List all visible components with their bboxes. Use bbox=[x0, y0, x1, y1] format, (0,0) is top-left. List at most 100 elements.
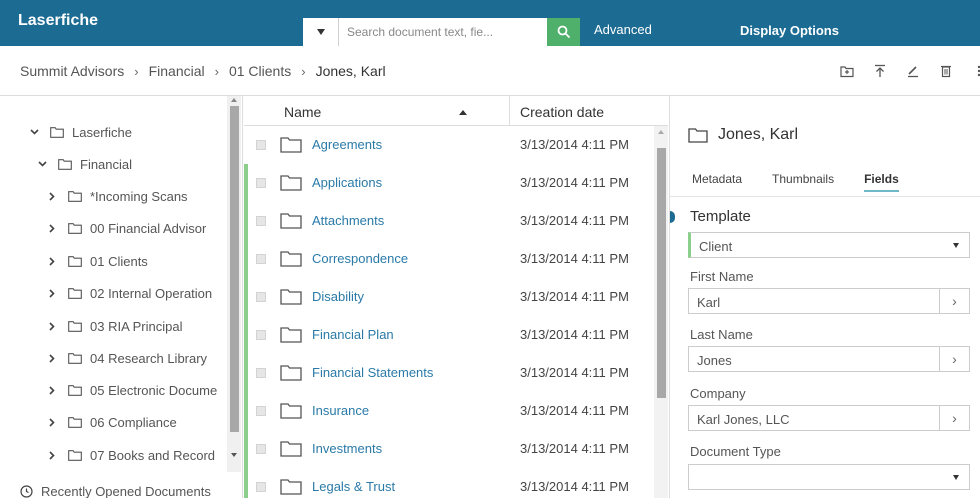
row-checkbox[interactable] bbox=[256, 444, 266, 454]
tree-node-financial[interactable]: Financial bbox=[36, 153, 132, 175]
scroll-down-icon[interactable] bbox=[231, 453, 237, 457]
row-name[interactable]: Applications bbox=[312, 175, 382, 190]
chevron-right-icon[interactable] bbox=[46, 417, 58, 427]
column-divider[interactable] bbox=[509, 96, 510, 126]
chevron-right-icon: › bbox=[134, 63, 139, 79]
row-name[interactable]: Agreements bbox=[312, 137, 382, 152]
list-item[interactable]: Legals & Trust 3/13/2014 4:11 PM bbox=[244, 468, 654, 498]
tree-node-research-library[interactable]: 04 Research Library bbox=[46, 347, 226, 369]
row-name[interactable]: Disability bbox=[312, 289, 364, 304]
recently-opened-documents[interactable]: Recently Opened Documents bbox=[20, 484, 211, 498]
tree-node-ria-principal[interactable]: 03 RIA Principal bbox=[46, 315, 226, 337]
breadcrumb-item[interactable]: 01 Clients bbox=[229, 63, 291, 79]
chevron-down-icon[interactable] bbox=[28, 129, 40, 135]
panel-title: Jones, Karl bbox=[688, 126, 798, 144]
scroll-up-icon[interactable] bbox=[231, 98, 237, 102]
column-header-name[interactable]: Name bbox=[284, 104, 321, 120]
tree-node-clients[interactable]: 01 Clients bbox=[46, 250, 226, 272]
row-name[interactable]: Financial Plan bbox=[312, 327, 394, 342]
document-type-select[interactable] bbox=[688, 464, 970, 490]
row-checkbox[interactable] bbox=[256, 406, 266, 416]
row-name[interactable]: Correspondence bbox=[312, 251, 408, 266]
row-checkbox[interactable] bbox=[256, 178, 266, 188]
search-input[interactable] bbox=[339, 18, 547, 46]
scrollbar-thumb[interactable] bbox=[657, 148, 666, 398]
row-checkbox[interactable] bbox=[256, 330, 266, 340]
tab-fields[interactable]: Fields bbox=[864, 172, 899, 192]
chevron-right-icon[interactable] bbox=[46, 191, 58, 201]
row-marker bbox=[244, 430, 248, 468]
edit-icon[interactable] bbox=[906, 64, 920, 78]
row-checkbox[interactable] bbox=[256, 140, 266, 150]
row-checkbox[interactable] bbox=[256, 216, 266, 226]
company-field[interactable]: Karl Jones, LLC › bbox=[688, 405, 970, 431]
upload-icon[interactable] bbox=[873, 64, 887, 78]
advanced-search-link[interactable]: Advanced bbox=[594, 22, 652, 37]
row-checkbox[interactable] bbox=[256, 292, 266, 302]
scrollbar-thumb[interactable] bbox=[230, 106, 239, 432]
list-item[interactable]: Applications 3/13/2014 4:11 PM bbox=[244, 164, 654, 202]
list-item[interactable]: Attachments 3/13/2014 4:11 PM bbox=[244, 202, 654, 240]
template-select[interactable]: Client bbox=[688, 232, 970, 258]
chevron-right-icon[interactable] bbox=[46, 450, 58, 460]
chevron-right-icon[interactable] bbox=[46, 353, 58, 363]
more-icon[interactable] bbox=[972, 64, 980, 78]
tree-node-books-and-records[interactable]: 07 Books and Record bbox=[46, 444, 226, 466]
tree-node-electronic-documents[interactable]: 05 Electronic Docume bbox=[46, 379, 226, 401]
list-item[interactable]: Financial Plan 3/13/2014 4:11 PM bbox=[244, 316, 654, 354]
row-name[interactable]: Attachments bbox=[312, 213, 384, 228]
chevron-right-icon[interactable] bbox=[46, 385, 58, 395]
list-item[interactable]: Insurance 3/13/2014 4:11 PM bbox=[244, 392, 654, 430]
folder-icon bbox=[280, 175, 302, 191]
search-scope-dropdown[interactable] bbox=[303, 18, 339, 46]
tree-node-label: Financial bbox=[80, 156, 133, 172]
search-button[interactable] bbox=[547, 18, 580, 46]
row-checkbox[interactable] bbox=[256, 482, 266, 492]
tree-node-incoming-scans[interactable]: *Incoming Scans bbox=[46, 185, 226, 207]
tree-scrollbar[interactable] bbox=[227, 96, 241, 472]
row-name[interactable]: Investments bbox=[312, 441, 382, 456]
column-header-date[interactable]: Creation date bbox=[520, 104, 604, 120]
tree-node-internal-operation[interactable]: 02 Internal Operation bbox=[46, 282, 226, 304]
row-date: 3/13/2014 4:11 PM bbox=[520, 403, 629, 418]
scroll-up-icon[interactable] bbox=[658, 130, 664, 134]
chevron-right-icon[interactable] bbox=[46, 288, 58, 298]
row-name[interactable]: Insurance bbox=[312, 403, 369, 418]
display-options-button[interactable]: Display Options bbox=[740, 23, 839, 38]
list-item[interactable]: Investments 3/13/2014 4:11 PM bbox=[244, 430, 654, 468]
chevron-right-icon: › bbox=[214, 63, 219, 79]
chevron-down-icon[interactable] bbox=[36, 161, 48, 167]
chevron-right-icon[interactable] bbox=[46, 321, 58, 331]
tree-node-label: *Incoming Scans bbox=[90, 188, 188, 204]
list-scrollbar[interactable] bbox=[654, 126, 668, 498]
row-checkbox[interactable] bbox=[256, 254, 266, 264]
tree-node-laserfiche[interactable]: Laserfiche bbox=[28, 121, 132, 143]
list-item[interactable]: Financial Statements 3/13/2014 4:11 PM bbox=[244, 354, 654, 392]
new-folder-icon[interactable] bbox=[840, 64, 854, 78]
chevron-right-icon[interactable] bbox=[46, 223, 58, 233]
row-date: 3/13/2014 4:11 PM bbox=[520, 479, 629, 494]
breadcrumb-item[interactable]: Financial bbox=[149, 63, 205, 79]
chevron-right-icon[interactable] bbox=[46, 256, 58, 266]
chevron-right-icon[interactable]: › bbox=[939, 289, 969, 313]
chevron-right-icon[interactable]: › bbox=[939, 347, 969, 371]
sort-ascending-icon[interactable] bbox=[459, 110, 467, 115]
tab-thumbnails[interactable]: Thumbnails bbox=[772, 172, 834, 192]
row-name[interactable]: Legals & Trust bbox=[312, 479, 395, 494]
first-name-field[interactable]: Karl › bbox=[688, 288, 970, 314]
tree-node-label: Laserfiche bbox=[72, 124, 132, 140]
row-checkbox[interactable] bbox=[256, 368, 266, 378]
tree-node-compliance[interactable]: 06 Compliance bbox=[46, 411, 226, 433]
list-item[interactable]: Disability 3/13/2014 4:11 PM bbox=[244, 278, 654, 316]
list-item[interactable]: Agreements 3/13/2014 4:11 PM bbox=[244, 126, 654, 164]
tab-metadata[interactable]: Metadata bbox=[692, 172, 742, 192]
row-date: 3/13/2014 4:11 PM bbox=[520, 441, 629, 456]
chevron-right-icon[interactable]: › bbox=[939, 406, 969, 430]
breadcrumb-item[interactable]: Summit Advisors bbox=[20, 63, 124, 79]
chevron-down-icon bbox=[316, 29, 325, 35]
row-name[interactable]: Financial Statements bbox=[312, 365, 433, 380]
tree-node-financial-advisor[interactable]: 00 Financial Advisor bbox=[46, 217, 226, 239]
list-item[interactable]: Correspondence 3/13/2014 4:11 PM bbox=[244, 240, 654, 278]
last-name-field[interactable]: Jones › bbox=[688, 346, 970, 372]
delete-icon[interactable] bbox=[939, 64, 953, 78]
